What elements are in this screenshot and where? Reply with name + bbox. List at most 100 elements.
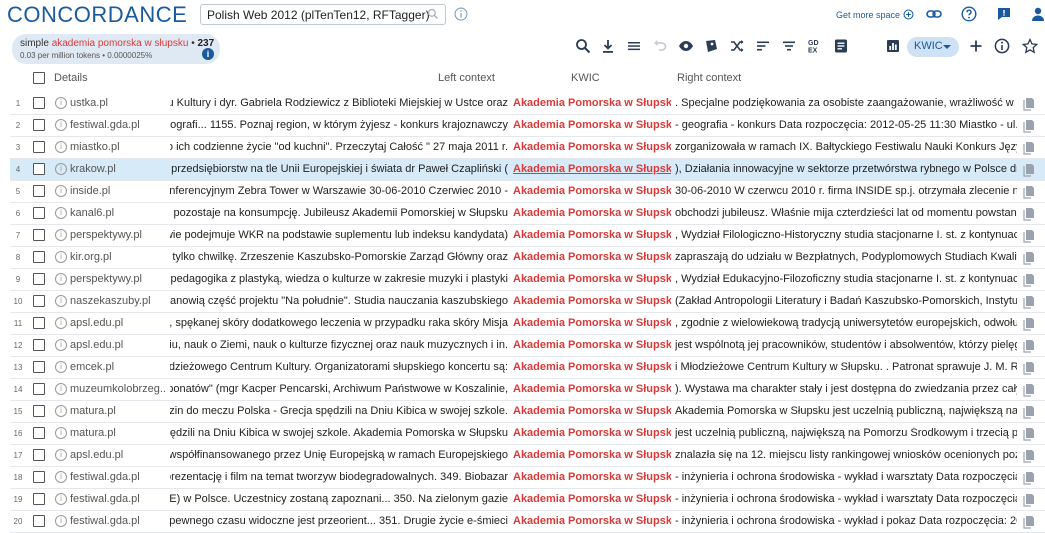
- copy-icon[interactable]: [1023, 405, 1035, 419]
- kwic-keyword[interactable]: Akademia Pomorska w Słupsku: [513, 361, 671, 373]
- source-domain[interactable]: festiwal.gda.pl: [70, 493, 166, 505]
- source-domain[interactable]: matura.pl: [70, 405, 166, 417]
- copy-icon[interactable]: [1023, 471, 1035, 485]
- row-checkbox[interactable]: [33, 317, 45, 329]
- row-checkbox[interactable]: [33, 229, 45, 241]
- table-row[interactable]: 8 ikir.org.pl dzieła się i nam to tylko ch…: [10, 247, 1045, 269]
- table-row[interactable]: 17 iapsl.edu.pl kluczowego "eksponatów" ws…: [10, 445, 1045, 467]
- table-row[interactable]: 20 i festiwal.gda.pl , od pewnego czasu wid…: [10, 511, 1045, 533]
- kwic-keyword[interactable]: Akademia Pomorska w Słupsku: [513, 317, 671, 329]
- left-context[interactable]: Domu Kultury i dyr. Gabriela Rodziewicz …: [170, 97, 508, 109]
- left-context[interactable]: u jaki pozostaje na konsumpcję. Jubileus…: [170, 207, 508, 219]
- right-context[interactable]: (Zakład Antropologii Literatury i Badań …: [675, 295, 1017, 307]
- document-icon[interactable]: [833, 38, 849, 54]
- shuffle-icon[interactable]: [729, 38, 745, 54]
- right-context[interactable]: , zgodnie z wielowiekową tradycją uniwer…: [675, 317, 1017, 329]
- source-domain[interactable]: festiwal.gda.pl: [70, 515, 166, 527]
- source-domain[interactable]: muzeumkolobrzeg...: [70, 383, 166, 395]
- kwic-keyword[interactable]: Akademia Pomorska w Słupsku: [513, 471, 671, 483]
- details-info-icon[interactable]: i: [55, 163, 67, 175]
- source-domain[interactable]: festiwal.gda.pl: [70, 119, 166, 131]
- left-context[interactable]: (OZE) w Polsce. Uczestnicy zostaną zapoz…: [170, 493, 508, 505]
- right-context[interactable]: . Specjalne podziękowania za osobiste za…: [675, 97, 1017, 109]
- row-checkbox[interactable]: [33, 163, 45, 175]
- details-info-icon[interactable]: i: [55, 97, 67, 109]
- left-context[interactable]: , od pewnego czasu widoczne jest przeori…: [170, 515, 508, 527]
- table-row[interactable]: 15 i matura.pl godzin do meczu Polska - Gre…: [10, 401, 1045, 423]
- details-info-icon[interactable]: i: [55, 295, 67, 307]
- copy-icon[interactable]: [1023, 207, 1035, 221]
- download-icon[interactable]: [600, 38, 616, 54]
- copy-icon[interactable]: [1023, 273, 1035, 287]
- copy-icon[interactable]: [1023, 449, 1035, 463]
- details-info-icon[interactable]: i: [55, 361, 67, 373]
- copy-icon[interactable]: [1023, 251, 1035, 265]
- right-context[interactable]: jest uczelnią publiczną, największą na P…: [675, 427, 1017, 439]
- table-row[interactable]: 6 i kanal6.pl u jaki pozostaje na konsumpcj…: [10, 203, 1045, 225]
- copy-icon[interactable]: [1023, 427, 1035, 441]
- source-domain[interactable]: apsl.edu.pl: [70, 449, 166, 461]
- copy-icon[interactable]: [1023, 493, 1035, 507]
- gdex-icon[interactable]: GD EX: [807, 38, 823, 55]
- filter-icon[interactable]: [781, 38, 797, 54]
- right-context[interactable]: znalazła się na 12. miejscu listy rankin…: [675, 449, 1017, 461]
- row-checkbox[interactable]: [33, 405, 45, 417]
- details-info-icon[interactable]: i: [55, 493, 67, 505]
- left-context[interactable]: z Młodzieżowego Centrum Kultury. Organiz…: [170, 361, 508, 373]
- kwic-keyword[interactable]: Akademia Pomorska w Słupsku: [513, 515, 671, 527]
- details-info-icon[interactable]: i: [55, 405, 67, 417]
- right-context[interactable]: i Młodzieżowe Centrum Kultury w Słupsku.…: [675, 361, 1017, 373]
- copy-icon[interactable]: [1023, 185, 1035, 199]
- ticket-icon[interactable]: [703, 38, 719, 54]
- copy-icon[interactable]: [1023, 97, 1035, 111]
- table-row[interactable]: 19 i festiwal.gda.pl (OZE) w Polsce. Uczest…: [10, 489, 1045, 511]
- kwic-keyword[interactable]: Akademia Pomorska w Słupsku: [513, 119, 671, 131]
- source-domain[interactable]: festiwal.gda.pl: [70, 471, 166, 483]
- left-context[interactable]: oceanografi... 1155. Poznaj region, w kt…: [170, 119, 508, 131]
- sort-icon[interactable]: [755, 38, 771, 54]
- table-row[interactable]: 9 i perspektywy.pl acją, pedagogika z plast…: [10, 269, 1045, 291]
- table-row[interactable]: 12 i apsl.edu.pl drowiu, nauk o Ziemi, nauk…: [10, 335, 1045, 357]
- source-domain[interactable]: perspektywy.pl: [70, 229, 166, 241]
- source-domain[interactable]: kir.org.pl: [70, 251, 166, 263]
- kwic-keyword[interactable]: Akademia Pomorska w Słupsku: [513, 383, 671, 395]
- left-context[interactable]: kluczowego "eksponatów" współfinansowane…: [170, 449, 508, 461]
- kwic-keyword[interactable]: Akademia Pomorska w Słupsku: [513, 185, 671, 197]
- query-info-icon[interactable]: i: [202, 48, 214, 60]
- kwic-keyword[interactable]: Akademia Pomorska w Słupsku: [513, 207, 671, 219]
- table-row[interactable]: 10 i naszekaszuby.pl a i stanowią część pro…: [10, 291, 1045, 313]
- app-logo[interactable]: CONCORDANCE: [7, 2, 187, 28]
- row-checkbox[interactable]: [33, 339, 45, 351]
- table-row[interactable]: 16 i matura.pl ja spędzili na Dniu Kibica w…: [10, 423, 1045, 445]
- details-info-icon[interactable]: i: [55, 141, 67, 153]
- details-info-icon[interactable]: i: [55, 471, 67, 483]
- corpus-selector[interactable]: Polish Web 2012 (plTenTen12, RFTagger): [200, 4, 446, 25]
- kwic-keyword[interactable]: Akademia Pomorska w Słupsku: [513, 273, 671, 285]
- search-icon[interactable]: [575, 38, 591, 54]
- list-icon[interactable]: [626, 38, 642, 54]
- copy-icon[interactable]: [1023, 119, 1035, 133]
- select-all-checkbox[interactable]: [33, 72, 45, 84]
- row-checkbox[interactable]: [33, 383, 45, 395]
- kwic-keyword[interactable]: Akademia Pomorska w Słupsku: [513, 339, 671, 351]
- table-row[interactable]: 1 i ustka.pl Domu Kultury i dyr. Gabriela R…: [10, 93, 1045, 115]
- details-info-icon[interactable]: i: [55, 383, 67, 395]
- copy-icon[interactable]: [1023, 361, 1035, 375]
- source-domain[interactable]: perspektywy.pl: [70, 273, 166, 285]
- row-checkbox[interactable]: [33, 471, 45, 483]
- source-domain[interactable]: naszekaszuby.pl: [70, 295, 166, 307]
- details-info-icon[interactable]: i: [55, 185, 67, 197]
- source-domain[interactable]: krakow.pl: [70, 163, 166, 175]
- right-context[interactable]: , Wydział Edukacyjno-Filozoficzny studia…: [675, 273, 1017, 285]
- table-row[interactable]: 2 i festiwal.gda.pl oceanografi... 1155. Po…: [10, 115, 1045, 137]
- star-icon[interactable]: [1021, 37, 1039, 54]
- row-checkbox[interactable]: [33, 273, 45, 285]
- copy-icon[interactable]: [1023, 515, 1035, 529]
- table-row[interactable]: 5 iinside.pl szkoleniowo-konferencyjnym Ze…: [10, 181, 1045, 203]
- row-checkbox[interactable]: [33, 427, 45, 439]
- row-checkbox[interactable]: [33, 493, 45, 505]
- column-header-details[interactable]: Details: [54, 72, 88, 84]
- right-context[interactable]: - inżynieria i ochrona środowiska - wykł…: [675, 471, 1017, 483]
- kwic-keyword[interactable]: Akademia Pomorska w Słupsku: [513, 163, 671, 175]
- column-header-kwic[interactable]: KWIC: [571, 72, 600, 84]
